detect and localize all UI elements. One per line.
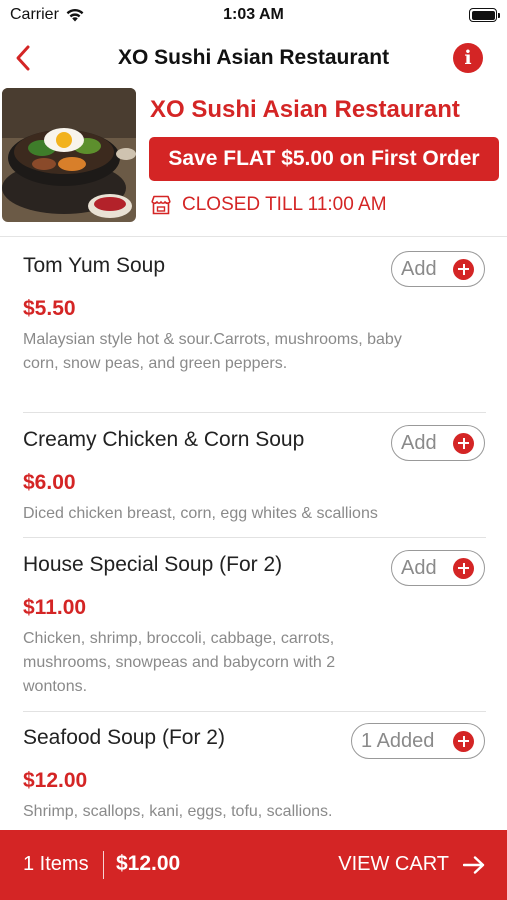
chevron-left-icon <box>16 45 30 71</box>
item-description: Diced chicken breast, corn, egg whites &… <box>23 505 378 522</box>
cart-total: $12.00 <box>116 852 181 875</box>
plus-circle-icon <box>453 730 474 752</box>
plus-circle-icon <box>453 432 474 454</box>
status-bar: Carrier 1:03 AM <box>0 0 507 32</box>
navigation-bar: XO Sushi Asian Restaurant i <box>0 32 507 84</box>
item-price: $6.00 <box>23 471 76 494</box>
add-button-label: Add <box>401 556 437 579</box>
menu-item: House Special Soup (For 2) Add $11.00 Ch… <box>0 538 507 712</box>
arrow-right-icon <box>463 855 485 874</box>
cart-item-count: 1 Items <box>23 853 89 875</box>
info-button[interactable]: i <box>453 43 483 73</box>
store-status-label: CLOSED TILL 11:00 AM <box>182 194 387 215</box>
item-price: $5.50 <box>23 297 76 320</box>
back-button[interactable] <box>8 40 38 76</box>
menu-item: Seafood Soup (For 2) 1 Added $12.00 Shri… <box>0 712 507 830</box>
status-time: 1:03 AM <box>223 6 284 23</box>
view-cart-button[interactable]: VIEW CART <box>338 853 485 876</box>
item-name: House Special Soup (For 2) <box>23 553 283 576</box>
info-icon: i <box>464 47 472 69</box>
item-name: Tom Yum Soup <box>23 254 166 277</box>
restaurant-header: XO Sushi Asian Restaurant Save FLAT $5.0… <box>0 86 507 236</box>
menu-item: Tom Yum Soup Add $5.50 Malaysian style h… <box>0 237 507 413</box>
added-button[interactable]: 1 Added <box>351 723 485 759</box>
cart-bar[interactable]: 1 Items $12.00 VIEW CART <box>0 830 507 900</box>
restaurant-name: XO Sushi Asian Restaurant <box>150 96 460 123</box>
add-button-label: Add <box>401 431 437 454</box>
item-name: Creamy Chicken & Corn Soup <box>23 428 305 451</box>
restaurant-image <box>2 88 136 222</box>
promo-banner: Save FLAT $5.00 on First Order <box>149 137 499 181</box>
item-price: $11.00 <box>23 596 87 619</box>
add-button-label: 1 Added <box>361 729 435 752</box>
menu-item: Creamy Chicken & Corn Soup Add $6.00 Dic… <box>0 413 507 538</box>
item-description: Chicken, shrimp, broccoli, cabbage, carr… <box>23 630 336 695</box>
item-price: $12.00 <box>23 769 88 792</box>
menu-list[interactable]: Tom Yum Soup Add $5.50 Malaysian style h… <box>0 237 507 830</box>
item-description: Shrimp, scallops, kani, eggs, tofu, scal… <box>23 803 333 820</box>
page-title: XO Sushi Asian Restaurant <box>117 46 390 69</box>
cart-divider <box>103 851 104 879</box>
add-button[interactable]: Add <box>391 251 485 287</box>
view-cart-label: VIEW CART <box>338 853 449 875</box>
add-button[interactable]: Add <box>391 550 485 586</box>
item-description: Malaysian style hot & sour.Carrots, mush… <box>23 331 402 372</box>
add-button-label: Add <box>401 257 437 280</box>
item-name: Seafood Soup (For 2) <box>23 726 225 749</box>
store-status: CLOSED TILL 11:00 AM <box>150 194 387 216</box>
battery-icon <box>469 8 500 22</box>
add-button[interactable]: Add <box>391 425 485 461</box>
plus-circle-icon <box>453 258 474 280</box>
storefront-icon <box>151 195 171 215</box>
plus-circle-icon <box>453 557 474 579</box>
